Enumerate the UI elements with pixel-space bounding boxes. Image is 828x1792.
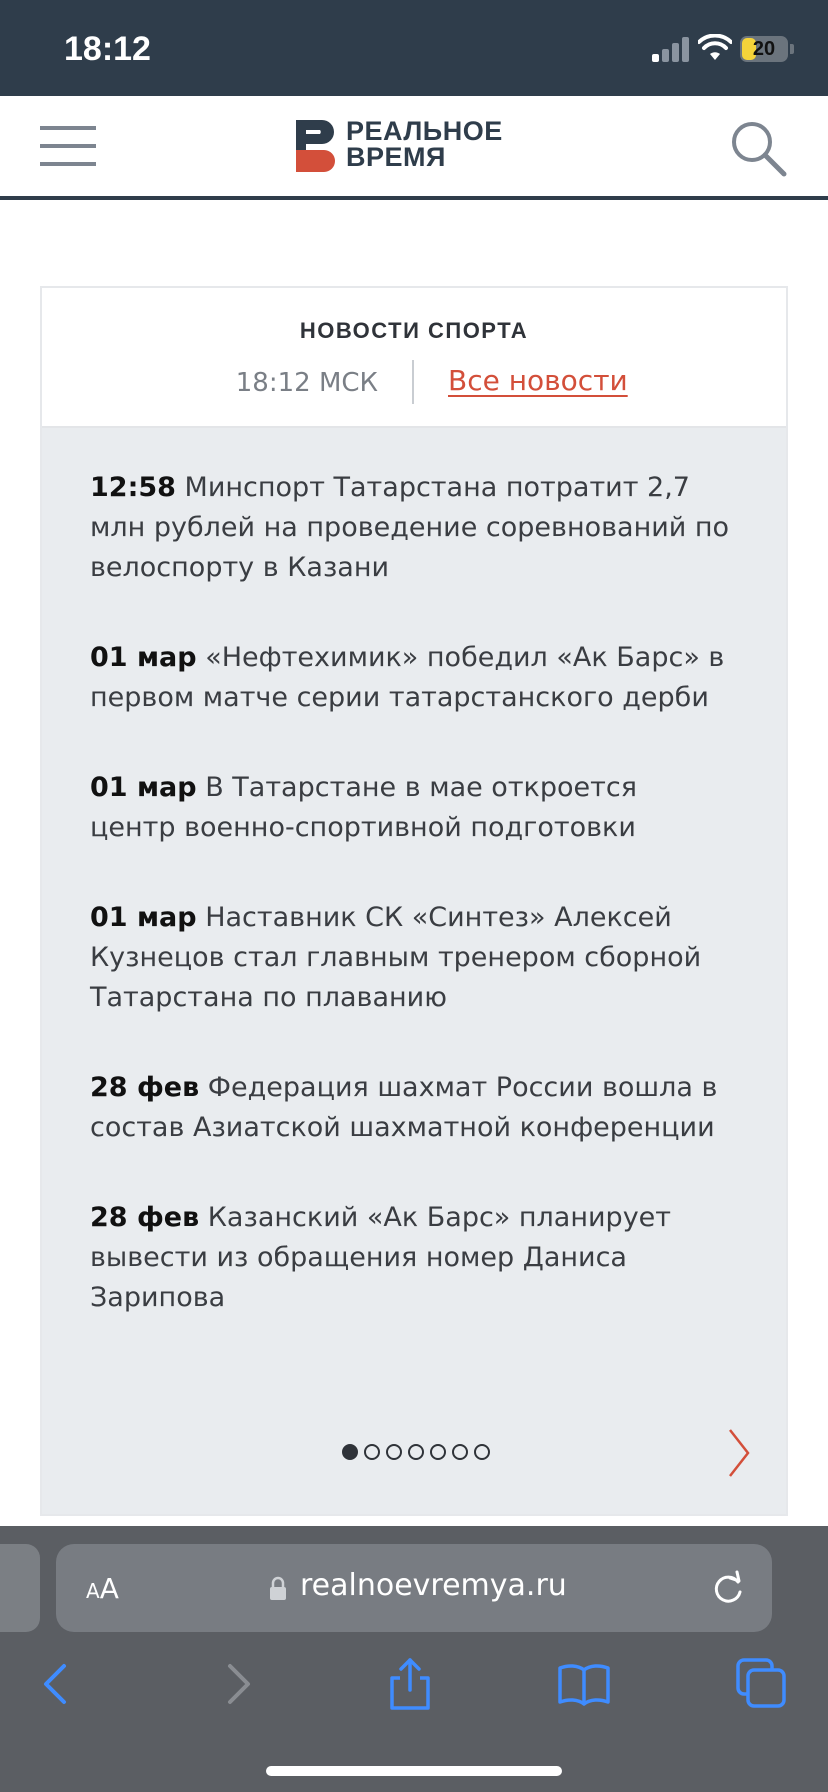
sports-news-widget: НОВОСТИ СПОРТА 18:12 МСК Все новости 12:…	[40, 286, 788, 1516]
pagination-dot[interactable]	[408, 1444, 424, 1460]
tabs-icon[interactable]	[734, 1656, 790, 1712]
site-header: РЕАЛЬНОЕ ВРЕМЯ	[0, 96, 828, 200]
site-logo[interactable]: РЕАЛЬНОЕ ВРЕМЯ	[296, 118, 536, 174]
news-date: 01 мар	[90, 772, 197, 803]
battery-level: 20	[752, 38, 776, 60]
hamburger-icon[interactable]	[40, 126, 96, 166]
search-icon[interactable]	[728, 118, 788, 178]
news-date: 28 фев	[90, 1072, 200, 1103]
pagination-dot[interactable]	[364, 1444, 380, 1460]
widget-header: НОВОСТИ СПОРТА 18:12 МСК Все новости	[42, 288, 786, 428]
header-divider	[412, 360, 414, 404]
news-item[interactable]: 01 мар Наставник СК «Синтез» Алексей Куз…	[90, 898, 730, 1018]
news-item[interactable]: 28 фев Федерация шахмат России вошла в с…	[90, 1068, 730, 1148]
logo-line-1: РЕАЛЬНОЕ	[346, 116, 503, 146]
share-icon[interactable]	[382, 1656, 438, 1712]
current-time: 18:12 МСК	[235, 368, 378, 398]
all-news-link[interactable]: Все новости	[448, 364, 628, 397]
news-item[interactable]: 12:58 Минспорт Татарстана потратит 2,7 м…	[90, 468, 730, 588]
pagination-dot[interactable]	[342, 1444, 358, 1460]
pagination-dot[interactable]	[430, 1444, 446, 1460]
logo-line-2: ВРЕМЯ	[346, 142, 446, 172]
pagination-dots	[342, 1444, 496, 1464]
browser-toolbar: AA realnoevremya.ru	[0, 1526, 828, 1792]
news-item[interactable]: 28 фев Казанский «Ак Барс» планирует выв…	[90, 1198, 730, 1318]
text-size-button[interactable]: AA	[86, 1572, 119, 1605]
reload-icon[interactable]	[710, 1568, 746, 1608]
chevron-right-icon[interactable]	[728, 1428, 750, 1478]
wifi-icon	[698, 34, 732, 60]
pagination-dot[interactable]	[474, 1444, 490, 1460]
news-date: 12:58	[90, 472, 176, 503]
news-item[interactable]: 01 мар «Нефтехимик» победил «Ак Барс» в …	[90, 638, 730, 718]
news-headline[interactable]: Минспорт Татарстана потратит 2,7 млн руб…	[90, 472, 729, 583]
bookmarks-icon[interactable]	[556, 1656, 612, 1712]
home-indicator	[266, 1766, 562, 1776]
lock-icon	[270, 1576, 286, 1600]
back-arrow-icon[interactable]	[30, 1656, 86, 1712]
url-text[interactable]: realnoevremya.ru	[300, 1568, 567, 1603]
pagination-dot[interactable]	[386, 1444, 402, 1460]
forward-arrow-icon[interactable]	[208, 1656, 264, 1712]
cellular-signal-icon	[652, 36, 690, 62]
status-bar: 18:12 20	[0, 0, 828, 96]
news-date: 01 мар	[90, 642, 197, 673]
widget-title: НОВОСТИ СПОРТА	[299, 318, 529, 343]
pagination-dot[interactable]	[452, 1444, 468, 1460]
address-bar[interactable]: AA realnoevremya.ru	[56, 1544, 772, 1632]
news-item[interactable]: 01 мар В Татарстане в мае откроется цент…	[90, 768, 730, 848]
status-time: 18:12	[64, 30, 151, 68]
news-date: 28 фев	[90, 1202, 200, 1233]
previous-tab-preview[interactable]	[0, 1544, 40, 1632]
logo-mark-icon	[296, 120, 335, 172]
news-list: 12:58 Минспорт Татарстана потратит 2,7 м…	[90, 468, 730, 1368]
news-date: 01 мар	[90, 902, 197, 933]
battery-icon: 20	[740, 36, 788, 62]
